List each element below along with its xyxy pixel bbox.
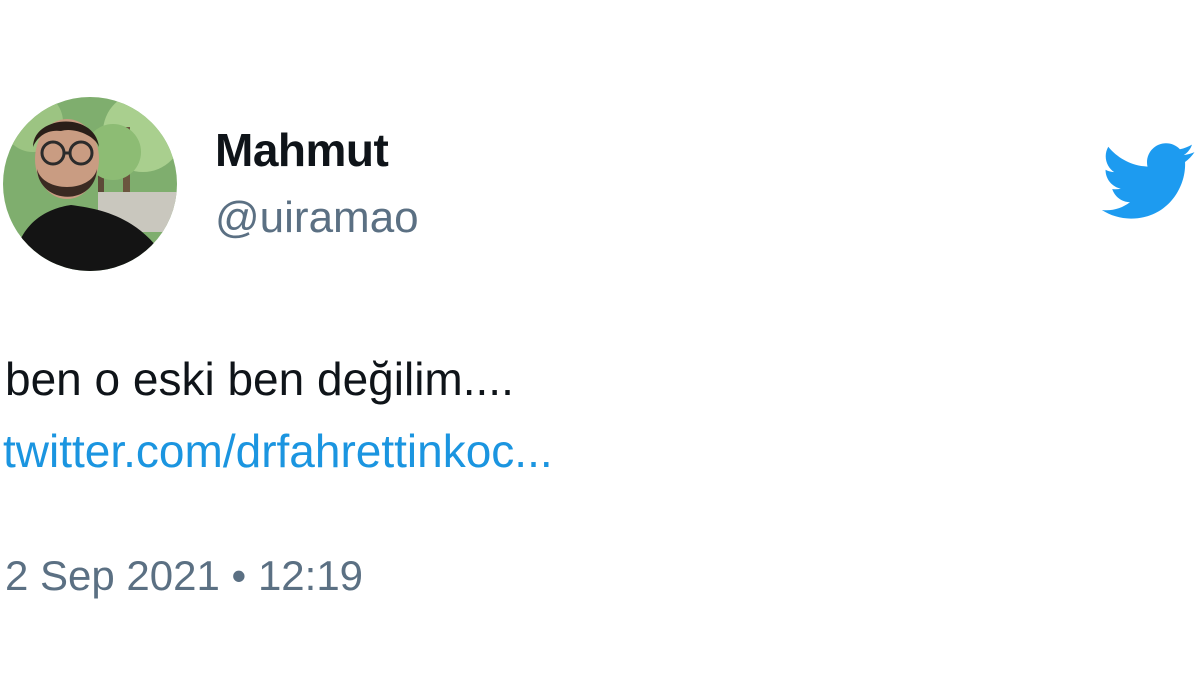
tweet-link[interactable]: twitter.com/drfahrettinkoc...: [3, 422, 553, 480]
twitter-bird-icon[interactable]: [1098, 140, 1196, 222]
tweet-date: 2 Sep 2021: [5, 552, 220, 599]
tweet-timestamp[interactable]: 2 Sep 2021 • 12:19: [5, 548, 363, 604]
avatar[interactable]: [3, 97, 177, 271]
user-handle[interactable]: @uiramao: [215, 190, 419, 246]
tweet-time: 12:19: [257, 552, 364, 599]
timestamp-separator: •: [231, 552, 247, 599]
tweet-text: ben o eski ben değilim....: [5, 353, 514, 405]
tweet-card: Mahmut @uiramao ben o eski ben değilim..…: [0, 0, 1200, 675]
avatar-photo: [3, 97, 177, 271]
display-name[interactable]: Mahmut: [215, 122, 389, 178]
